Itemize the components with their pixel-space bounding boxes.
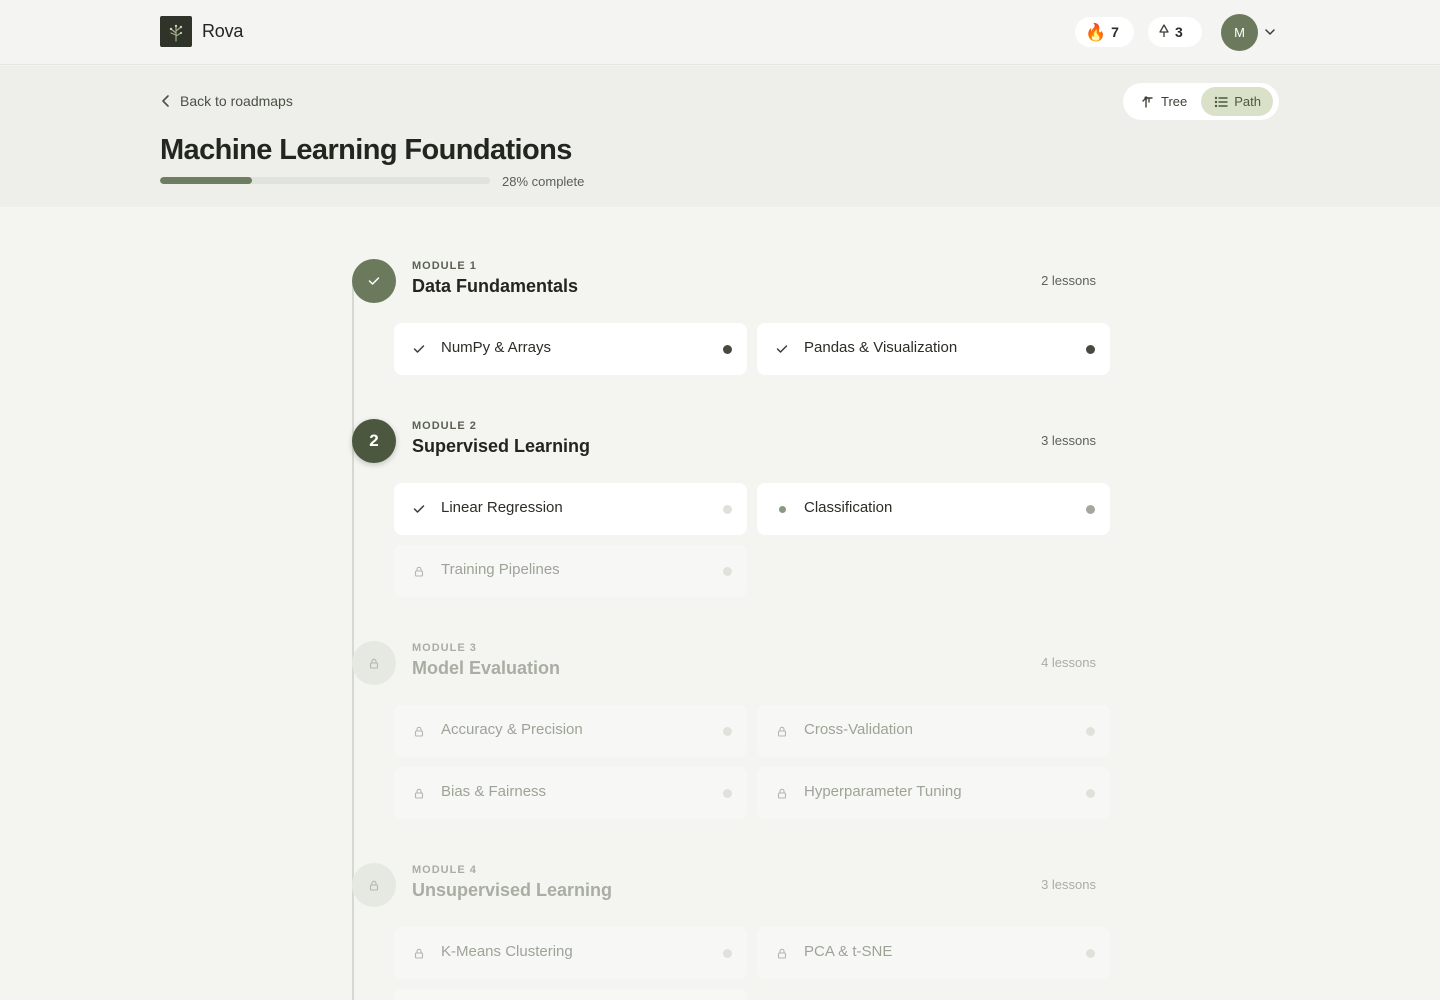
check-icon [368, 277, 380, 285]
status-dot [1086, 949, 1095, 958]
back-to-roadmaps-link[interactable]: Back to roadmaps [161, 93, 293, 109]
lesson-title: Accuracy & Precision [441, 721, 583, 738]
lesson-card-locked[interactable]: Cross-Validation [757, 705, 1110, 757]
tree-view-label: Tree [1161, 94, 1188, 109]
lesson-title: Pandas & Visualization [804, 339, 958, 356]
progress-label: 28% complete [502, 174, 585, 189]
module-kicker: MODULE 3 [412, 642, 477, 654]
status-dot [1086, 345, 1095, 354]
lock-icon [369, 658, 379, 669]
list-icon [1215, 96, 1228, 107]
lesson-card[interactable]: NumPy & Arrays [394, 323, 747, 375]
lock-icon [775, 724, 789, 738]
module-title: Unsupervised Learning [412, 880, 613, 900]
page-title: Machine Learning Foundations [160, 134, 572, 166]
tab-path-view[interactable]: Path [1201, 87, 1273, 116]
status-dot [1086, 727, 1095, 736]
path-view-label: Path [1234, 94, 1261, 109]
app-name: Rova [202, 21, 244, 41]
view-toggle: Tree Path [1123, 83, 1279, 120]
lesson-card-locked[interactable]: Bias & Fairness [394, 767, 747, 819]
module-title: Data Fundamentals [412, 276, 579, 296]
lesson-title: NumPy & Arrays [441, 339, 552, 356]
fire-icon: 🔥 [1085, 22, 1107, 42]
check-icon [775, 342, 789, 356]
module-lesson-count: 4 lessons [1041, 655, 1096, 670]
module-title: Supervised Learning [412, 436, 591, 456]
check-icon [412, 342, 426, 356]
status-dot [723, 505, 732, 514]
lock-icon [775, 786, 789, 800]
chevron-down-icon[interactable] [1264, 26, 1276, 38]
lesson-title: PCA & t-SNE [804, 943, 893, 960]
module-lesson-count: 3 lessons [1041, 433, 1096, 448]
progress-bar [160, 177, 490, 184]
status-dot [723, 789, 732, 798]
module-node-locked [352, 641, 396, 685]
status-dot [1086, 789, 1095, 798]
lesson-card[interactable]: Pandas & Visualization [757, 323, 1110, 375]
lesson-card[interactable]: Classification [757, 483, 1110, 535]
lock-icon [412, 946, 426, 960]
module-node-current: 2 [352, 419, 396, 463]
lesson-title: Bias & Fairness [441, 783, 547, 800]
module-header[interactable]: MODULE 4 Unsupervised Learning 3 lessons [352, 863, 1096, 909]
top-bar: Rova 🔥 7 3 M [0, 0, 1440, 65]
progress-fill [160, 177, 253, 184]
module-node-complete [352, 259, 396, 303]
trees-count: 3 [1175, 24, 1183, 40]
module-title: Model Evaluation [412, 658, 561, 678]
lesson-card-locked[interactable]: Accuracy & Precision [394, 705, 747, 757]
module-node-locked [352, 863, 396, 907]
in-progress-dot-icon [775, 502, 789, 516]
status-dot [723, 567, 732, 576]
tree-icon [1158, 23, 1170, 41]
lock-icon [369, 880, 379, 891]
back-link-label: Back to roadmaps [180, 93, 293, 109]
module-kicker: MODULE 2 [412, 420, 477, 432]
streak-badge[interactable]: 🔥 7 [1075, 17, 1134, 47]
module-lesson-count: 3 lessons [1041, 877, 1096, 892]
brand[interactable]: Rova [160, 16, 243, 47]
status-dot [723, 345, 732, 354]
lesson-title: Classification [804, 499, 893, 516]
lock-icon [412, 724, 426, 738]
check-icon [412, 502, 426, 516]
status-dot [723, 727, 732, 736]
module-kicker: MODULE 1 [412, 260, 477, 272]
tree-view-icon [1142, 95, 1153, 108]
lesson-title: Training Pipelines [441, 561, 560, 578]
lesson-title: Cross-Validation [804, 721, 913, 738]
lesson-card[interactable]: Linear Regression [394, 483, 747, 535]
module-header[interactable]: MODULE 1 Data Fundamentals 2 lessons [352, 259, 1096, 305]
status-dot [723, 949, 732, 958]
lock-icon [412, 564, 426, 578]
module-lesson-count: 2 lessons [1041, 273, 1096, 288]
module-header[interactable]: 2 MODULE 2 Supervised Learning 3 lessons [352, 419, 1096, 465]
chevron-left-icon [162, 95, 169, 107]
streak-count: 7 [1111, 24, 1119, 40]
module-kicker: MODULE 4 [412, 864, 477, 876]
lesson-card-locked[interactable]: K-Means Clustering [394, 927, 747, 979]
lesson-card-locked[interactable]: PCA & t-SNE [757, 927, 1110, 979]
trees-badge[interactable]: 3 [1148, 17, 1202, 47]
lesson-title: Linear Regression [441, 499, 563, 516]
lesson-card-locked[interactable]: Hyperparameter Tuning [757, 767, 1110, 819]
tab-tree-view[interactable]: Tree [1127, 87, 1197, 116]
status-dot [1086, 505, 1095, 514]
tree-logo-icon [160, 16, 192, 47]
avatar[interactable]: M [1221, 14, 1258, 51]
lock-icon [412, 786, 426, 800]
module-header[interactable]: MODULE 3 Model Evaluation 4 lessons [352, 641, 1096, 687]
lock-icon [775, 946, 789, 960]
lesson-card-locked[interactable]: Training Pipelines [394, 545, 747, 597]
lesson-title: Hyperparameter Tuning [804, 783, 962, 800]
lesson-card-locked[interactable] [394, 989, 747, 1000]
lesson-title: K-Means Clustering [441, 943, 573, 960]
